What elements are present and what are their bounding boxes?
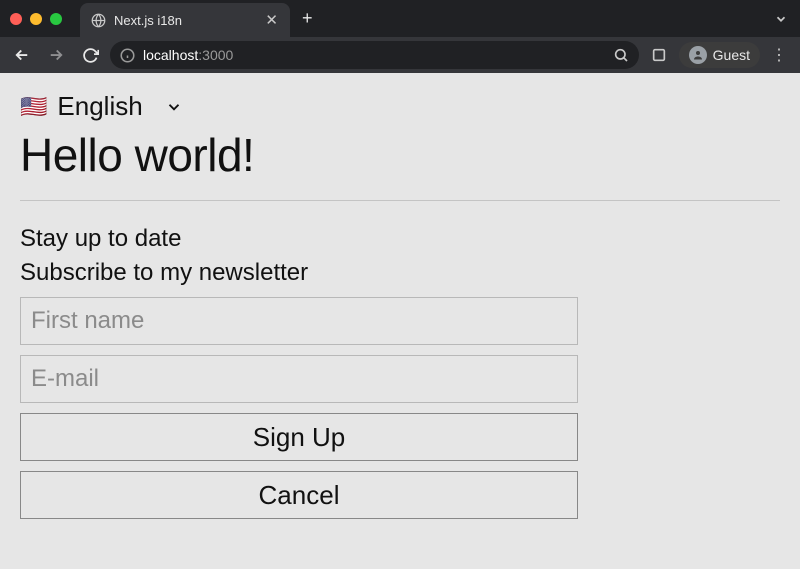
- tab-bar: Next.js i18n ✕ +: [0, 0, 800, 37]
- zoom-icon[interactable]: [613, 47, 629, 63]
- profile-chip[interactable]: Guest: [679, 42, 760, 68]
- address-bar: localhost:3000 Guest ⋮: [0, 37, 800, 73]
- avatar-icon: [689, 46, 707, 64]
- close-window-button[interactable]: [10, 13, 22, 25]
- back-button[interactable]: [8, 41, 36, 69]
- minimize-window-button[interactable]: [30, 13, 42, 25]
- flag-icon: 🇺🇸: [20, 94, 47, 120]
- close-tab-icon[interactable]: ✕: [263, 13, 280, 28]
- browser-menu-icon[interactable]: ⋮: [766, 45, 792, 65]
- newsletter-subtitle: Subscribe to my newsletter: [20, 259, 780, 287]
- site-info-icon[interactable]: [120, 48, 135, 63]
- page-content: 🇺🇸 English Hello world! Stay up to date …: [0, 73, 800, 537]
- browser-tab[interactable]: Next.js i18n ✕: [80, 3, 290, 37]
- browser-chrome: Next.js i18n ✕ + localhost:3000: [0, 0, 800, 73]
- maximize-window-button[interactable]: [50, 13, 62, 25]
- url-host: localhost:3000: [143, 47, 233, 63]
- install-app-icon[interactable]: [645, 41, 673, 69]
- cancel-button[interactable]: Cancel: [20, 471, 578, 519]
- globe-icon: [90, 12, 106, 28]
- reload-button[interactable]: [76, 41, 104, 69]
- new-tab-button[interactable]: +: [302, 8, 313, 29]
- language-label: English: [57, 91, 142, 122]
- omnibox[interactable]: localhost:3000: [110, 41, 639, 69]
- window-controls: [10, 13, 62, 25]
- forward-button[interactable]: [42, 41, 70, 69]
- tabbar-overflow-icon[interactable]: [774, 12, 788, 26]
- tab-title: Next.js i18n: [114, 13, 255, 28]
- newsletter-form: Sign Up Cancel: [20, 297, 578, 519]
- profile-label: Guest: [713, 47, 750, 63]
- newsletter-title: Stay up to date: [20, 225, 780, 253]
- divider: [20, 200, 780, 201]
- first-name-input[interactable]: [20, 297, 578, 345]
- language-selector[interactable]: 🇺🇸 English: [20, 91, 780, 122]
- signup-button[interactable]: Sign Up: [20, 413, 578, 461]
- email-input[interactable]: [20, 355, 578, 403]
- chevron-down-icon: [165, 98, 183, 116]
- page-heading: Hello world!: [20, 128, 780, 182]
